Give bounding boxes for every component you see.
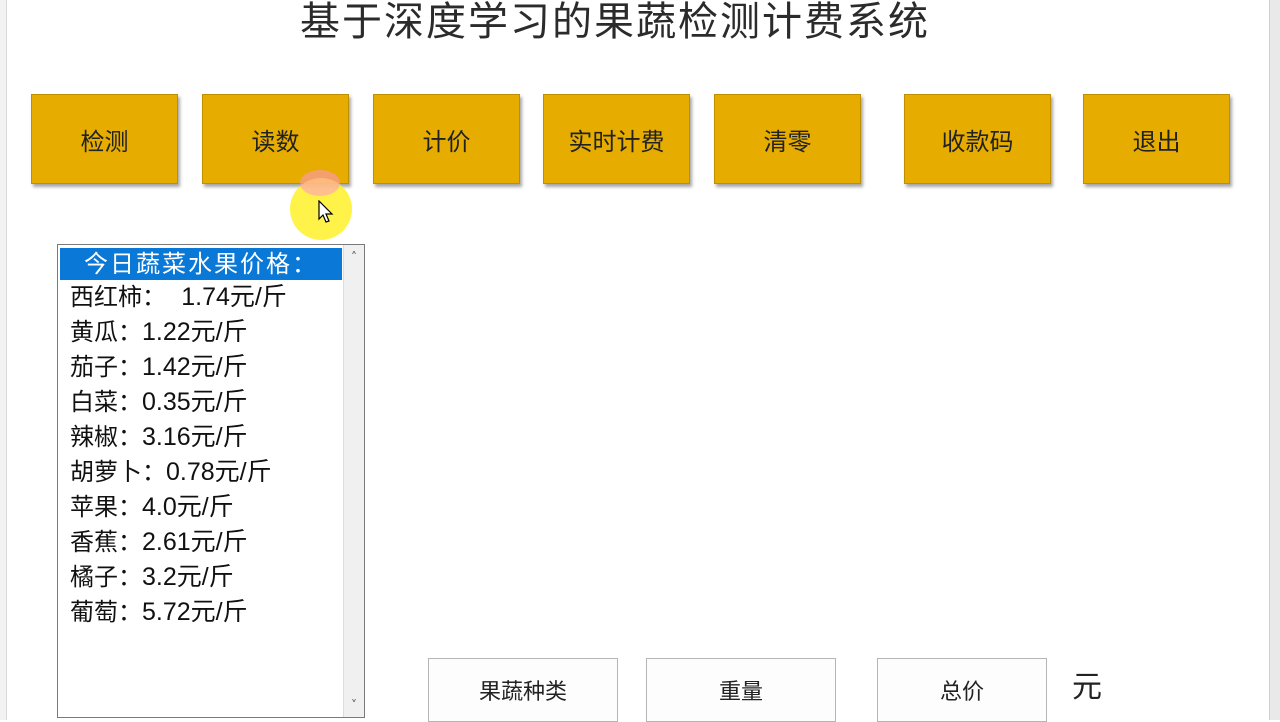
scroll-down-icon[interactable]: ˅	[344, 695, 364, 715]
weight-field[interactable]: 重量	[646, 658, 836, 722]
exit-button[interactable]: 退出	[1083, 94, 1230, 184]
item-price: 4.0元/斤	[142, 493, 234, 521]
item-price: 2.61元/斤	[142, 528, 248, 556]
window-right-edge	[1269, 0, 1280, 720]
list-scrollbar[interactable]: ˄ ˅	[343, 245, 364, 717]
list-item[interactable]: 西红柿： 1.74元/斤	[60, 280, 342, 315]
list-item[interactable]: 黄瓜：1.22元/斤	[60, 315, 342, 350]
list-item[interactable]: 辣椒：3.16元/斤	[60, 420, 342, 455]
detect-button[interactable]: 检测	[31, 94, 178, 184]
item-name: 苹果：	[70, 493, 142, 521]
category-field[interactable]: 果蔬种类	[428, 658, 618, 722]
item-name: 香蕉：	[70, 528, 142, 556]
item-price: 0.35元/斤	[142, 388, 248, 416]
item-name: 茄子：	[70, 353, 142, 381]
item-name: 西红柿：	[70, 283, 166, 311]
price-listbox[interactable]: 今日蔬菜水果价格： 西红柿： 1.74元/斤 黄瓜：1.22元/斤 茄子：1.4…	[57, 244, 365, 718]
scroll-up-icon[interactable]: ˄	[344, 247, 364, 267]
item-price: 5.72元/斤	[142, 598, 248, 626]
item-price: 3.16元/斤	[142, 423, 248, 451]
item-price: 0.78元/斤	[166, 458, 272, 486]
price-list-header[interactable]: 今日蔬菜水果价格：	[60, 248, 342, 280]
list-item[interactable]: 香蕉：2.61元/斤	[60, 525, 342, 560]
list-item[interactable]: 胡萝卜：0.78元/斤	[60, 455, 342, 490]
item-name: 白菜：	[70, 388, 142, 416]
item-name: 葡萄：	[70, 598, 142, 626]
app-title: 基于深度学习的果蔬检测计费系统	[300, 0, 930, 45]
currency-unit-label: 元	[1072, 670, 1102, 705]
list-item[interactable]: 苹果：4.0元/斤	[60, 490, 342, 525]
price-list-content: 今日蔬菜水果价格： 西红柿： 1.74元/斤 黄瓜：1.22元/斤 茄子：1.4…	[60, 248, 342, 630]
payment-qr-button[interactable]: 收款码	[904, 94, 1051, 184]
item-name: 辣椒：	[70, 423, 142, 451]
total-price-field[interactable]: 总价	[877, 658, 1047, 722]
click-indicator	[300, 170, 340, 196]
list-item[interactable]: 白菜：0.35元/斤	[60, 385, 342, 420]
item-name: 胡萝卜：	[70, 458, 166, 486]
window-left-edge	[0, 0, 7, 720]
list-item[interactable]: 茄子：1.42元/斤	[60, 350, 342, 385]
mouse-pointer-icon	[318, 200, 334, 223]
item-name: 黄瓜：	[70, 318, 142, 346]
item-price: 3.2元/斤	[142, 563, 234, 591]
item-name: 橘子：	[70, 563, 142, 591]
clear-button[interactable]: 清零	[714, 94, 861, 184]
calculate-price-button[interactable]: 计价	[373, 94, 520, 184]
item-price: 1.74元/斤	[181, 283, 287, 311]
item-price: 1.22元/斤	[142, 318, 248, 346]
item-price: 1.42元/斤	[142, 353, 248, 381]
list-item[interactable]: 橘子：3.2元/斤	[60, 560, 342, 595]
realtime-billing-button[interactable]: 实时计费	[543, 94, 690, 184]
list-item[interactable]: 葡萄：5.72元/斤	[60, 595, 342, 630]
